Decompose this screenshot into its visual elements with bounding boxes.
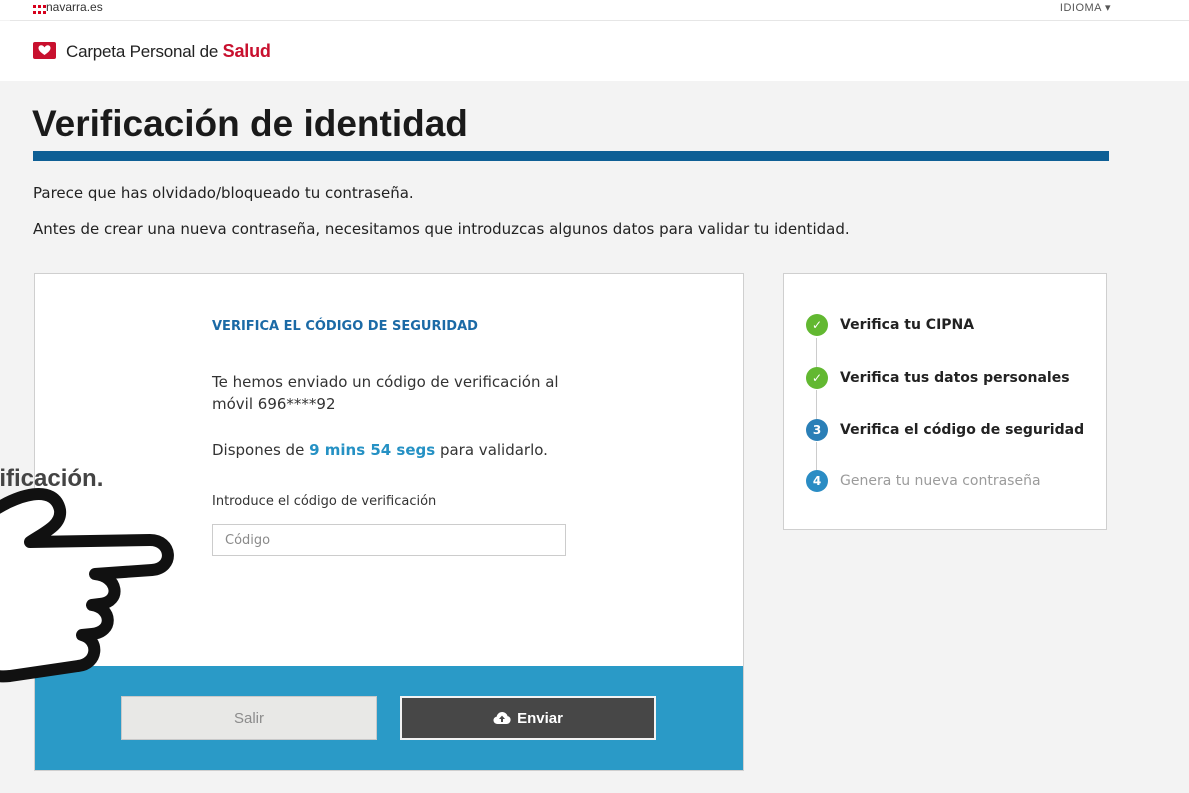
navarra-dots-logo-icon <box>33 5 46 15</box>
cloud-upload-icon <box>493 712 511 724</box>
countdown-timer: 9 mins 54 segs <box>309 441 436 459</box>
check-circle-icon: ✓ <box>806 367 828 389</box>
step-label: Verifica el código de seguridad <box>840 422 1085 438</box>
step-connector <box>816 338 817 368</box>
step-label: Genera tu nueva contraseña <box>840 473 1041 489</box>
time-message: Dispones de 9 mins 54 segs para validarl… <box>212 441 548 459</box>
code-input[interactable] <box>212 524 566 556</box>
logo-emphasis: Salud <box>222 41 271 61</box>
step-label: Verifica tu CIPNA <box>840 317 975 333</box>
intro-text-1: Parece que has olvidado/bloqueado tu con… <box>33 184 414 202</box>
progress-steps-panel: ✓ Verifica tu CIPNA ✓ Verifica tus datos… <box>783 273 1107 530</box>
send-button-label: Enviar <box>517 709 563 727</box>
time-prefix: Dispones de <box>212 441 310 459</box>
exit-button-label: Salir <box>233 709 264 727</box>
logo-prefix: Carpeta Personal de <box>66 42 223 61</box>
step-number-icon: 3 <box>806 419 828 441</box>
time-suffix: para validarlo. <box>435 441 548 459</box>
step-4: 4 Genera tu nueva contraseña <box>806 470 1041 492</box>
site-header: Carpeta Personal de Salud <box>0 21 1189 81</box>
step-connector <box>816 390 817 420</box>
step-connector <box>816 442 817 472</box>
language-menu[interactable]: IDIOMA ▾ <box>1060 1 1111 15</box>
step-1: ✓ Verifica tu CIPNA <box>806 314 974 336</box>
code-field-label: Introduce el código de verificación <box>212 494 437 509</box>
navarra-link[interactable]: navarra.es <box>46 0 103 14</box>
site-logo[interactable]: Carpeta Personal de Salud <box>66 41 271 62</box>
step-2: ✓ Verifica tus datos personales <box>806 367 1070 389</box>
section-title: VERIFICA EL CÓDIGO DE SEGURIDAD <box>212 319 478 334</box>
heart-folder-icon <box>33 42 56 59</box>
step-3: 3 Verifica el código de seguridad <box>806 419 1084 441</box>
check-circle-icon: ✓ <box>806 314 828 336</box>
page-title: Verificación de identidad <box>32 103 468 144</box>
step-number-icon: 4 <box>806 470 828 492</box>
pointing-hand-icon <box>0 488 174 683</box>
intro-text-2: Antes de crear una nueva contraseña, nec… <box>33 220 850 238</box>
title-underline <box>33 151 1109 161</box>
step-label: Verifica tus datos personales <box>840 370 1070 386</box>
sent-message: Te hemos enviado un código de verificaci… <box>212 373 559 413</box>
send-button[interactable]: Enviar <box>400 696 656 740</box>
top-bar: navarra.es IDIOMA ▾ <box>0 0 1189 20</box>
